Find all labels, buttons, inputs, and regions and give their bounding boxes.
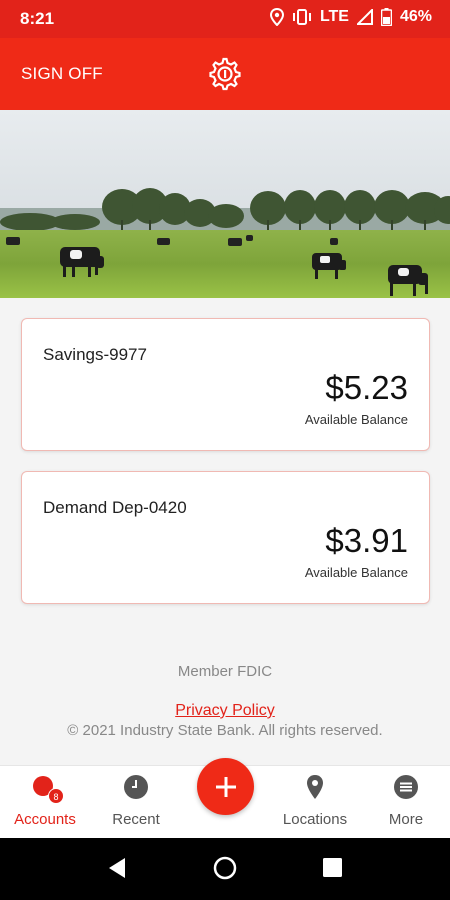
account-card-savings[interactable]: Savings-9977 $5.23 Available Balance (21, 318, 430, 451)
status-time: 8:21 (20, 9, 55, 28)
balance-caption: Available Balance (304, 412, 408, 427)
copyright-text: © 2021 Industry State Bank. All rights r… (67, 722, 383, 739)
gear-icon[interactable] (208, 57, 242, 91)
battery-icon (380, 8, 392, 26)
account-name: Savings-9977 (43, 345, 147, 364)
member-fdic-text: Member FDIC (177, 663, 273, 680)
vibrate-icon (292, 9, 311, 25)
nav-more[interactable]: More (361, 766, 450, 839)
nav-locations[interactable]: Locations (270, 766, 360, 839)
nav-more-label: More (388, 811, 424, 828)
signal-icon (356, 9, 373, 25)
status-icons: LTE 46% (269, 8, 432, 26)
hero-image (0, 110, 450, 298)
plus-icon (215, 776, 236, 797)
privacy-policy-link[interactable]: Privacy Policy (0, 702, 450, 720)
app-header: SIGN OFF (0, 38, 450, 110)
accounts-badge: 8 (48, 788, 64, 804)
clock-icon (123, 774, 149, 800)
map-pin-icon (302, 774, 328, 800)
nav-recent-label: Recent (112, 811, 160, 828)
nav-recent[interactable]: Recent (91, 766, 181, 839)
home-icon[interactable] (213, 856, 237, 880)
nav-locations-label: Locations (282, 811, 348, 828)
balance-caption: Available Balance (304, 565, 408, 580)
menu-icon (393, 774, 419, 800)
location-icon (269, 8, 284, 26)
account-balance: $5.23 (325, 369, 408, 406)
add-button[interactable] (197, 758, 254, 815)
overview-icon[interactable] (323, 856, 343, 880)
sign-off-button[interactable]: SIGN OFF (21, 64, 103, 84)
coins-icon: 8 (32, 774, 64, 804)
account-card-demand-deposit[interactable]: Demand Dep-0420 $3.91 Available Balance (21, 471, 430, 604)
account-balance: $3.91 (325, 522, 408, 559)
account-name: Demand Dep-0420 (43, 498, 187, 517)
nav-accounts-label: Accounts (14, 811, 76, 828)
back-icon[interactable] (106, 856, 128, 880)
network-type: LTE (319, 8, 349, 25)
battery-level: 46% (399, 8, 432, 25)
system-nav-bar (0, 838, 450, 900)
nav-accounts[interactable]: 8 Accounts (0, 766, 90, 839)
status-bar: 8:21 LTE 46% (0, 0, 450, 38)
